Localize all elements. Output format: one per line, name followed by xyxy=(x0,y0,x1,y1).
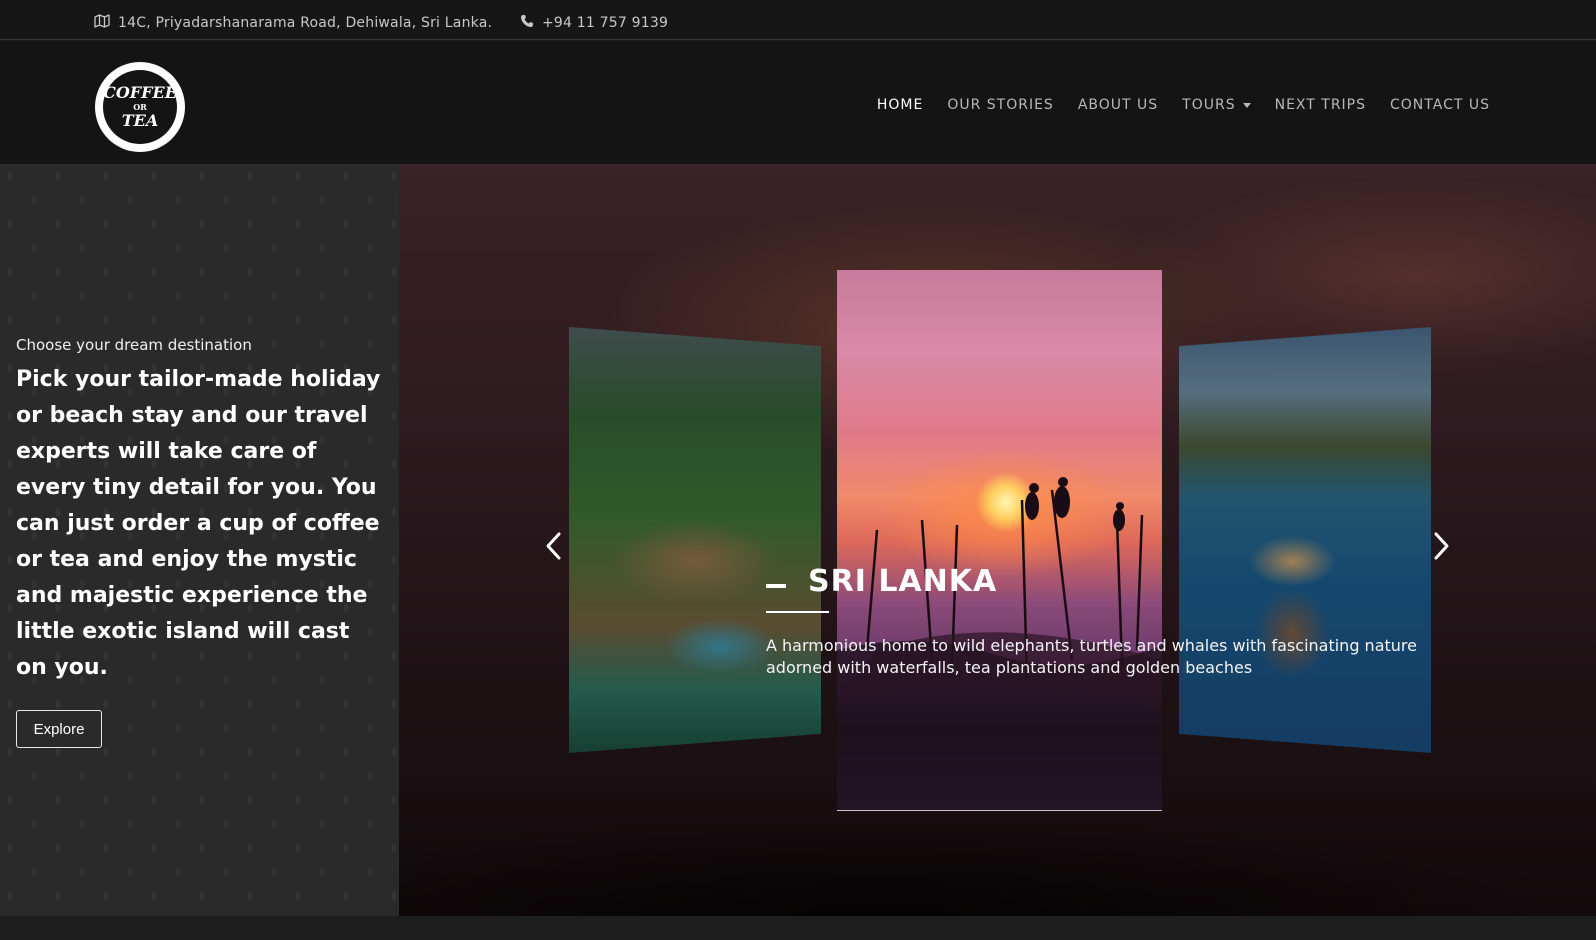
logo-line-2: OR xyxy=(133,102,147,112)
nav-contact-us[interactable]: CONTACT US xyxy=(1390,97,1490,113)
site-header: COFFEE OR TEA HOME OUR STORIES ABOUT US … xyxy=(0,41,1596,164)
logo-line-1: COFFEE xyxy=(103,83,177,102)
slide-caption: SRI LANKA A harmonious home to wild elep… xyxy=(766,564,1426,679)
hero-carousel: SRI LANKA A harmonious home to wild elep… xyxy=(399,164,1596,916)
address-text: 14C, Priyadarshanarama Road, Dehiwala, S… xyxy=(118,15,493,31)
carousel-next-button[interactable] xyxy=(1430,526,1454,566)
slide-description: A harmonious home to wild elephants, tur… xyxy=(766,636,1417,677)
nav-tours[interactable]: TOURS xyxy=(1182,97,1251,113)
chevron-right-icon xyxy=(1434,532,1449,560)
nav-next-trips[interactable]: NEXT TRIPS xyxy=(1275,97,1366,113)
nav-our-stories[interactable]: OUR STORIES xyxy=(947,97,1054,113)
intro-kicker: Choose your dream destination xyxy=(16,336,252,354)
top-info-bar: 14C, Priyadarshanarama Road, Dehiwala, S… xyxy=(0,0,1596,40)
phone-icon xyxy=(520,14,542,32)
carousel-prev-button[interactable] xyxy=(541,526,565,566)
slide-card-next[interactable] xyxy=(1179,327,1431,753)
title-underline xyxy=(766,611,829,613)
nav-home[interactable]: HOME xyxy=(877,97,923,113)
intro-panel: Choose your dream destination Pick your … xyxy=(0,164,399,916)
page-bottom-strip xyxy=(0,916,1596,940)
title-dash xyxy=(766,583,786,588)
phone-info[interactable]: +94 11 757 9139 xyxy=(520,14,668,32)
nav-about-us[interactable]: ABOUT US xyxy=(1078,97,1158,113)
slide-card-active[interactable] xyxy=(837,270,1162,811)
caret-down-icon xyxy=(1242,102,1251,108)
slide-title: SRI LANKA xyxy=(808,564,998,599)
logo-mark: COFFEE OR TEA xyxy=(103,70,177,144)
chevron-left-icon xyxy=(546,532,561,560)
intro-headline: Pick your tailor-made holiday or beach s… xyxy=(16,367,381,680)
logo-line-3: TEA xyxy=(121,111,159,130)
slide-card-previous[interactable] xyxy=(569,327,821,753)
map-icon xyxy=(94,14,118,32)
address-info: 14C, Priyadarshanarama Road, Dehiwala, S… xyxy=(94,14,492,32)
slide-title-row: SRI LANKA xyxy=(766,564,1426,599)
phone-text[interactable]: +94 11 757 9139 xyxy=(542,15,668,31)
main-nav: HOME OUR STORIES ABOUT US TOURS NEXT TRI… xyxy=(853,97,1490,113)
stilt-fishermen-image xyxy=(837,477,1162,810)
explore-button[interactable]: Explore xyxy=(16,710,102,748)
logo[interactable]: COFFEE OR TEA xyxy=(95,62,185,152)
